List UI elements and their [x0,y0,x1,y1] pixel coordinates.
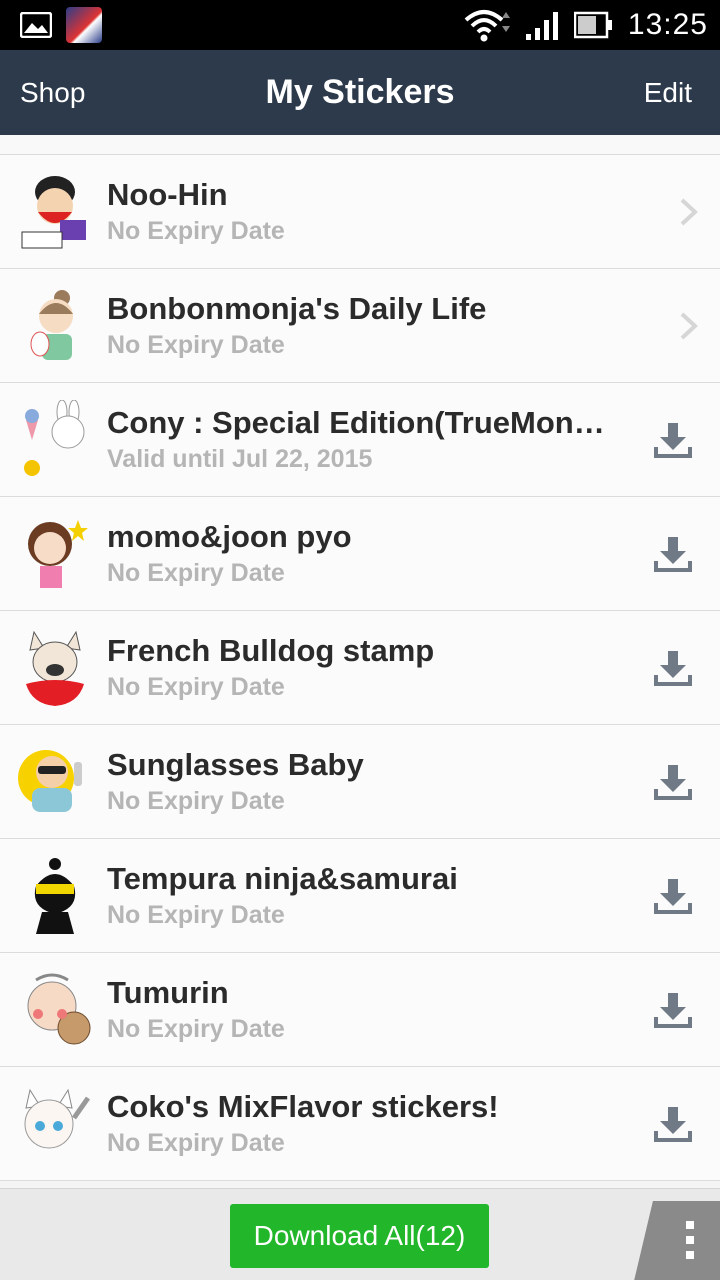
sticker-row-sunglasses-baby[interactable]: Sunglasses Baby No Expiry Date [0,725,720,839]
sticker-thumbnail [34,858,76,934]
sticker-expiry: No Expiry Date [107,1129,285,1157]
sticker-row-coko-mixflavor[interactable]: Coko's MixFlavor stickers! No Expiry Dat… [0,1067,720,1181]
sticker-expiry: No Expiry Date [107,331,285,359]
chevron-right-icon[interactable] [678,311,700,341]
download-icon[interactable] [654,535,692,573]
download-icon[interactable] [654,421,692,459]
sticker-thumbnail [18,750,82,812]
download-icon[interactable] [654,877,692,915]
sticker-name: Tumurin [107,975,229,1010]
sticker-thumbnail [26,630,84,706]
sticker-expiry: No Expiry Date [107,673,285,701]
sticker-list[interactable]: Noo-Hin No Expiry Date Bonbonmonja's Dai… [0,135,720,1188]
sticker-name: French Bulldog stamp [107,633,435,668]
edit-button[interactable]: Edit [644,50,692,135]
download-icon[interactable] [654,649,692,687]
sticker-name: Noo-Hin [107,177,228,212]
sticker-name: Tempura ninja&samurai [107,861,458,896]
chevron-right-icon[interactable] [678,197,700,227]
shop-button[interactable]: Shop [20,50,85,135]
sticker-thumbnail [28,520,88,588]
sticker-row-momo-joon-pyo[interactable]: momo&joon pyo No Expiry Date [0,497,720,611]
download-icon[interactable] [654,1105,692,1143]
sticker-row-french-bulldog[interactable]: French Bulldog stamp No Expiry Date [0,611,720,725]
list-top-divider [0,135,720,155]
sticker-name: Coko's MixFlavor stickers! [107,1089,499,1124]
sticker-expiry: No Expiry Date [107,1015,285,1043]
sticker-row-noo-hin[interactable]: Noo-Hin No Expiry Date [0,155,720,269]
page-title: My Stickers [265,73,455,111]
download-icon[interactable] [654,991,692,1029]
sticker-name: momo&joon pyo [107,519,352,554]
sticker-name: Bonbonmonja's Daily Life [107,291,487,326]
overflow-menu-button[interactable] [634,1201,720,1280]
signal-icon [525,12,558,40]
sticker-thumbnail [27,973,91,1045]
clock: 13:25 [627,8,708,41]
sticker-row-tempura-ninja[interactable]: Tempura ninja&samurai No Expiry Date [0,839,720,953]
sticker-row-cony[interactable]: Cony : Special Edition(TrueMone… Valid u… [0,383,720,497]
sticker-thumbnail [21,176,86,249]
battery-icon [573,11,612,39]
sticker-expiry: No Expiry Date [107,559,285,587]
bottom-action-bar: Download All(12) [0,1188,720,1280]
download-icon[interactable] [654,763,692,801]
sticker-row-tumurin[interactable]: Tumurin No Expiry Date [0,953,720,1067]
more-vertical-icon [686,1221,694,1261]
sticker-thumbnail [24,400,85,476]
sticker-thumbnail [30,290,73,360]
sticker-expiry: No Expiry Date [107,901,285,929]
sticker-thumbnail [24,1088,91,1149]
sticker-name: Sunglasses Baby [107,747,364,782]
app-header: Shop My Stickers Edit [0,50,720,135]
download-all-button[interactable]: Download All(12) [230,1204,489,1268]
sticker-row-bonbonmonja[interactable]: Bonbonmonja's Daily Life No Expiry Date [0,269,720,383]
status-bar: 13:25 [0,0,720,50]
sticker-expiry: Valid until Jul 22, 2015 [107,445,373,473]
wifi-icon [464,10,510,42]
sticker-name: Cony : Special Edition(TrueMone… [107,405,607,440]
gallery-icon [20,12,52,38]
sticker-expiry: No Expiry Date [107,217,285,245]
app-notification-icon [66,7,102,43]
sticker-expiry: No Expiry Date [107,787,285,815]
